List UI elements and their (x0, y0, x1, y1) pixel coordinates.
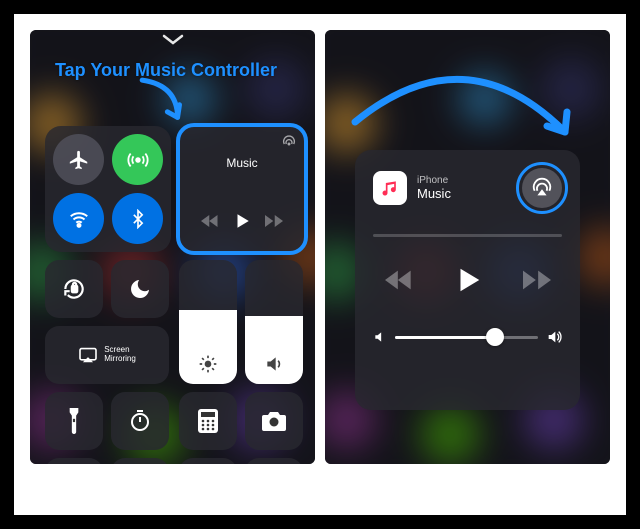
volume-icon (245, 354, 303, 374)
source-device-label: iPhone (417, 175, 512, 186)
hearing-button[interactable] (245, 458, 303, 464)
airplay-icon (281, 134, 297, 150)
notes-button[interactable] (111, 458, 169, 464)
tutorial-frame: Tap Your Music Controller (14, 14, 626, 515)
previous-track-icon[interactable] (201, 214, 219, 228)
volume-high-icon (546, 329, 562, 345)
now-playing-app-label: Music (417, 186, 512, 201)
cellular-data-toggle[interactable] (112, 134, 163, 185)
chevron-down-icon[interactable] (162, 34, 184, 46)
scrub-bar[interactable] (373, 234, 562, 237)
screen-mirroring-button[interactable]: Screen Mirroring (45, 326, 169, 384)
screen-record-button[interactable] (179, 458, 237, 464)
play-icon[interactable] (453, 265, 483, 295)
control-center-screen: Tap Your Music Controller (30, 30, 315, 464)
volume-low-icon (373, 330, 387, 344)
previous-track-icon[interactable] (385, 270, 413, 290)
next-track-icon[interactable] (523, 270, 551, 290)
airplay-icon (531, 177, 553, 199)
brightness-icon (179, 354, 237, 374)
flashlight-button[interactable] (45, 392, 103, 450)
connectivity-card (45, 126, 171, 252)
music-app-icon (373, 171, 407, 205)
camera-button[interactable] (245, 392, 303, 450)
volume-track[interactable] (395, 336, 538, 339)
screen-mirroring-label: Screen Mirroring (104, 346, 136, 364)
volume-slider[interactable] (245, 260, 303, 384)
alarm-button[interactable] (45, 458, 103, 464)
brightness-slider[interactable] (179, 260, 237, 384)
rotation-lock-button[interactable] (45, 260, 103, 318)
play-icon[interactable] (233, 212, 251, 230)
do-not-disturb-button[interactable] (111, 260, 169, 318)
volume-thumb[interactable] (486, 328, 504, 346)
expanded-music-screen: iPhone Music (325, 30, 610, 464)
music-controller-card[interactable]: Music (179, 126, 305, 252)
airplane-mode-toggle[interactable] (53, 134, 104, 185)
next-track-icon[interactable] (265, 214, 283, 228)
bluetooth-toggle[interactable] (112, 193, 163, 244)
timer-button[interactable] (111, 392, 169, 450)
calculator-button[interactable] (179, 392, 237, 450)
airplay-button[interactable] (522, 168, 562, 208)
music-player-card: iPhone Music (355, 150, 580, 410)
wifi-toggle[interactable] (53, 193, 104, 244)
music-title: Music (189, 156, 295, 170)
